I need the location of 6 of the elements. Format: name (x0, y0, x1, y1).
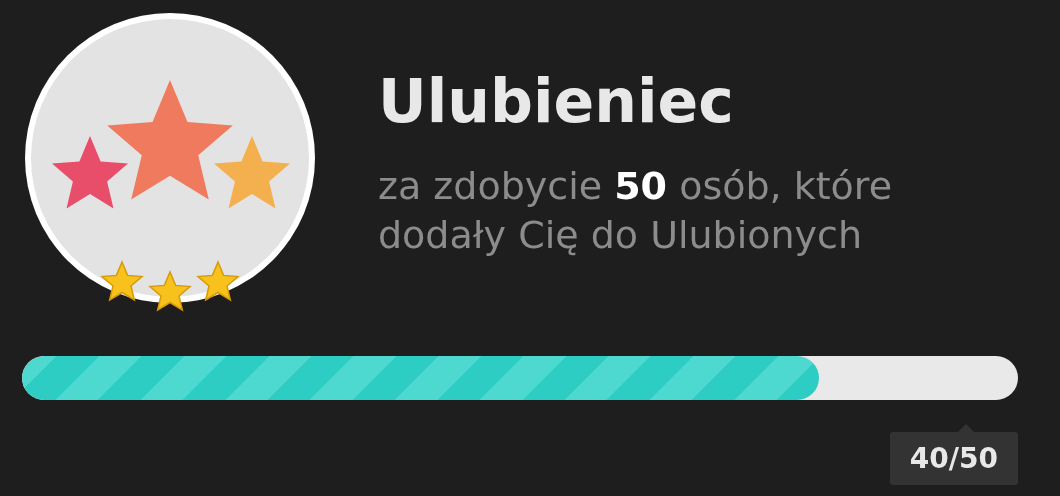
star-icon (148, 270, 192, 314)
progress-tooltip: 40/50 (889, 424, 1018, 485)
star-icon (196, 260, 240, 304)
badge-title: Ulubieniec (378, 65, 735, 136)
badge-description: za zdobycie 50 osób, które dodały Cię do Ulubionych (378, 162, 894, 259)
star-icon (100, 260, 144, 304)
